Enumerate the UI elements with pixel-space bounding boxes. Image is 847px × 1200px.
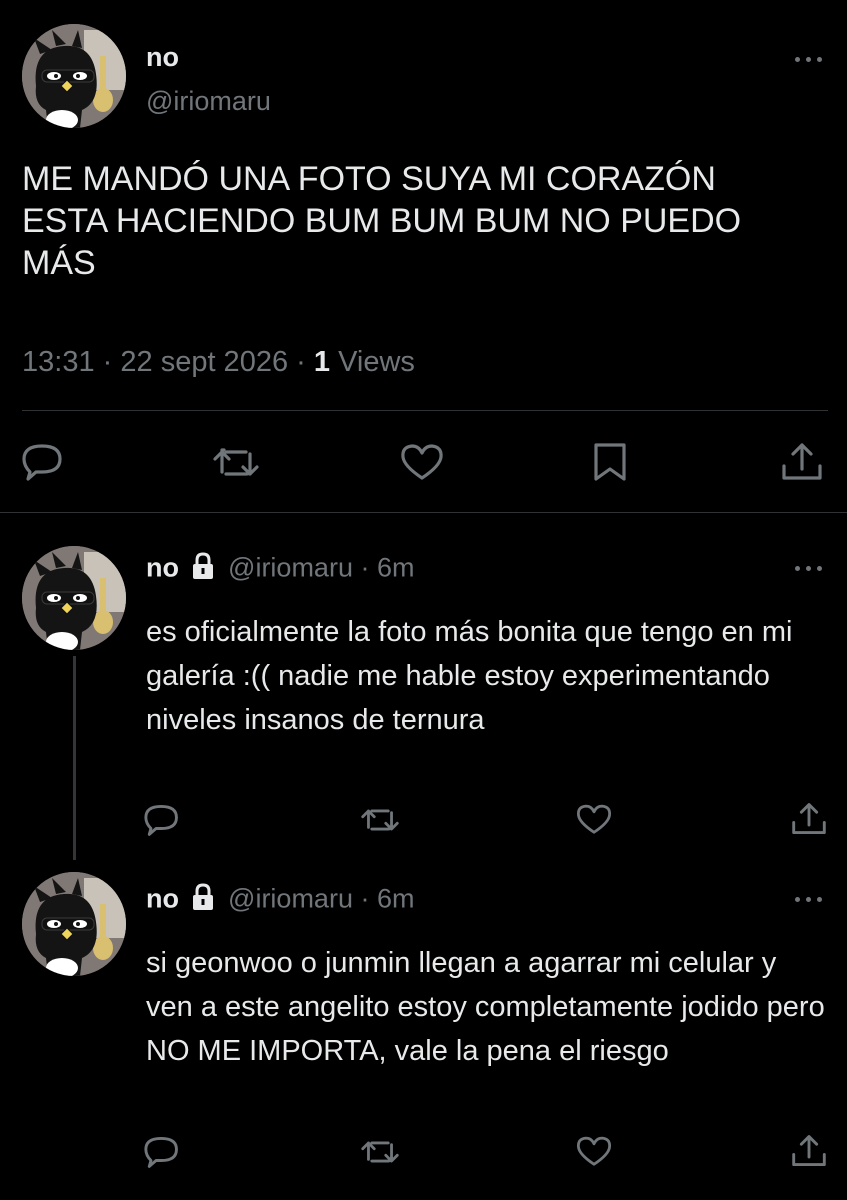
reply-icon[interactable]	[144, 1135, 180, 1169]
meta-separator: ·	[102, 346, 113, 378]
tweet-meta: 13:31 · 22 sept 2026 · 1 Views	[22, 346, 415, 379]
reply-icon[interactable]	[144, 803, 180, 837]
avatar[interactable]	[22, 546, 126, 650]
reply-header: no @iriomaru · 6m	[146, 552, 415, 587]
more-icon[interactable]	[795, 894, 827, 904]
share-icon[interactable]	[780, 442, 824, 482]
lock-icon	[191, 883, 215, 918]
handle[interactable]: @iriomaru	[146, 86, 271, 117]
tweet-date[interactable]: 22 sept 2026	[120, 346, 288, 378]
more-icon[interactable]	[795, 54, 827, 64]
divider	[22, 410, 828, 411]
avatar[interactable]	[22, 872, 126, 976]
avatar[interactable]	[22, 24, 126, 128]
display-name[interactable]: no	[146, 553, 179, 583]
lock-icon	[191, 552, 215, 587]
bookmark-icon[interactable]	[592, 442, 628, 482]
handle[interactable]: @iriomaru	[228, 884, 353, 914]
reply-age[interactable]: 6m	[377, 553, 415, 583]
share-icon[interactable]	[790, 1134, 828, 1168]
like-icon[interactable]	[576, 1136, 612, 1168]
reply-age[interactable]: 6m	[377, 884, 415, 914]
reply-text: si geonwoo o junmin llegan a agarrar mi …	[146, 947, 825, 1067]
display-name[interactable]: no	[146, 884, 179, 914]
thread-line	[73, 656, 76, 860]
display-name[interactable]: no	[146, 42, 179, 73]
header-separator: ·	[360, 552, 370, 583]
section-divider	[0, 512, 847, 513]
more-icon[interactable]	[795, 563, 827, 573]
like-icon[interactable]	[400, 444, 444, 482]
reply-text: es oficialmente la foto más bonita que t…	[146, 616, 793, 736]
retweet-icon[interactable]	[360, 1138, 400, 1166]
tweet-time[interactable]: 13:31	[22, 346, 95, 378]
handle[interactable]: @iriomaru	[228, 553, 353, 583]
retweet-icon[interactable]	[360, 806, 400, 834]
reply-icon[interactable]	[22, 442, 64, 482]
header-separator: ·	[360, 883, 370, 914]
like-icon[interactable]	[576, 804, 612, 836]
retweet-icon[interactable]	[212, 446, 260, 480]
tweet-text: ME MANDÓ UNA FOTO SUYA MI CORAZÓN ESTA H…	[22, 160, 742, 282]
views-count[interactable]: 1	[314, 346, 330, 378]
share-icon[interactable]	[790, 802, 828, 836]
meta-separator: ·	[296, 346, 306, 378]
reply-header: no @iriomaru · 6m	[146, 883, 415, 918]
views-label[interactable]: Views	[338, 346, 415, 378]
